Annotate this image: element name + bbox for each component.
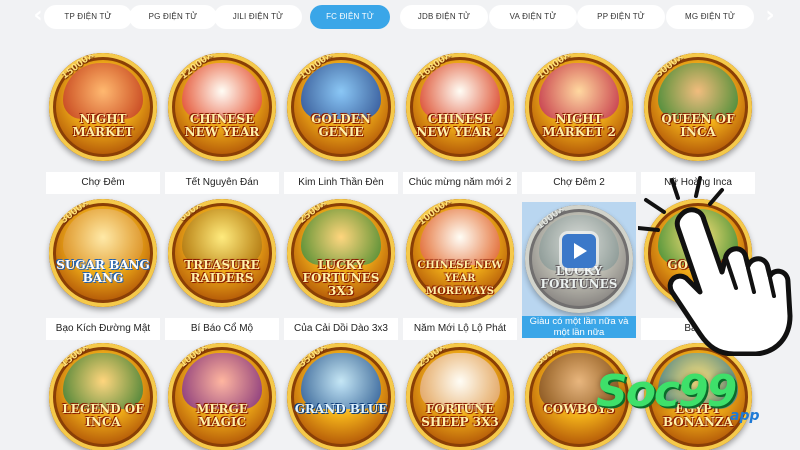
game-icon: 3500X GRAND BLUE (287, 343, 395, 450)
game-icon: 10000X NIGHT MARKET 2 (525, 53, 633, 161)
tab-jili[interactable]: JILI ĐIỆN TỬ (214, 5, 302, 29)
game-thumbnail[interactable]: 1500X LEGEND OF INCA (46, 334, 160, 450)
tab-jdb[interactable]: JDB ĐIỆN TỬ (400, 5, 488, 29)
game-logo-text: LUCKY FORTUNES (540, 264, 618, 291)
game-logo-text: CHINESE NEW YEAR (184, 112, 260, 139)
game-logo-text: NIGHT MARKET 2 (542, 112, 616, 139)
game-thumbnail[interactable]: 2500X LUCKY FORTUNES 3X3 (284, 190, 398, 316)
game-thumbnail[interactable]: 15000X NIGHT MARKET (46, 44, 160, 170)
game-thumbnail[interactable]: 10000X GOLDEN GENIE (284, 44, 398, 170)
watermark-logo-text: Soc99 (596, 366, 737, 417)
game-icon: 600X TREASURE RAIDERS (168, 199, 276, 307)
provider-tab-bar: ‹ TP ĐIỆN TỬ PG ĐIỆN TỬ JILI ĐIỆN TỬ FC … (0, 0, 800, 34)
tab-tp[interactable]: TP ĐIỆN TỬ (44, 5, 132, 29)
play-icon[interactable] (562, 234, 596, 268)
tab-va[interactable]: VA ĐIỆN TỬ (489, 5, 577, 29)
game-logo-text: TREASURE RAIDERS (184, 258, 260, 285)
brand-watermark: Soc99 app (596, 366, 796, 426)
game-icon: 1500X LEGEND OF INCA (49, 343, 157, 450)
game-thumbnail[interactable]: 1000X LUCKY FORTUNES (522, 202, 636, 316)
game-logo-text: GOLDEN GENIE (311, 112, 371, 139)
game-logo-text: CHINESE NEW YEAR MOREWAYS (417, 260, 503, 297)
game-icon: 16800X CHINESE NEW YEAR 2 (406, 53, 514, 161)
game-icon: 15000X NIGHT MARKET (49, 53, 157, 161)
game-icon: 2500X LUCKY FORTUNES 3X3 (287, 199, 395, 307)
game-thumbnail[interactable]: 10000X CHINESE NEW YEAR MOREWAYS (403, 190, 517, 316)
game-thumbnail[interactable]: 10000X NIGHT MARKET 2 (522, 44, 636, 170)
game-icon: 5000X QUEEN OF INCA (644, 53, 752, 161)
tab-fc[interactable]: FC ĐIỆN TỬ (310, 5, 390, 29)
game-icon: 3000X SUGAR BANG BANG (49, 199, 157, 307)
game-thumbnail[interactable]: 5000X QUEEN OF INCA (641, 44, 755, 170)
game-icon: 1000X MERGE MAGIC (168, 343, 276, 450)
game-thumbnail[interactable]: 3000X SUGAR BANG BANG (46, 190, 160, 316)
game-logo-text: LEGEND OF INCA (62, 402, 144, 429)
game-thumbnail[interactable]: 1000X MERGE MAGIC (165, 334, 279, 450)
game-logo-text: FORTUNE SHEEP 3X3 (421, 402, 499, 429)
watermark-sub-text: app (730, 408, 760, 424)
game-icon: 10000X GOLDEN GENIE (287, 53, 395, 161)
game-thumbnail[interactable]: 12000X CHINESE NEW YEAR (165, 44, 279, 170)
tab-mg[interactable]: MG ĐIỆN TỬ (666, 5, 754, 29)
game-thumbnail[interactable]: 2500X FORTUNE SHEEP 3X3 (403, 334, 517, 450)
game-icon: 10000X CHINESE NEW YEAR MOREWAYS (406, 199, 514, 307)
game-thumbnail[interactable]: 3500X GRAND BLUE (284, 334, 398, 450)
game-thumbnail[interactable]: 16800X CHINESE NEW YEAR 2 (403, 44, 517, 170)
chevron-right-icon[interactable]: › (760, 5, 780, 28)
game-logo-text: CHINESE NEW YEAR 2 (416, 112, 504, 139)
game-logo-text: QUEEN OF INCA (661, 112, 735, 139)
game-icon: 12000X CHINESE NEW YEAR (168, 53, 276, 161)
game-thumbnail[interactable]: 600X TREASURE RAIDERS (165, 190, 279, 316)
pointing-hand-cursor-icon (638, 176, 793, 356)
game-logo-text: SUGAR BANG BANG (56, 258, 150, 285)
game-art (182, 209, 262, 265)
tab-pg[interactable]: PG ĐIỆN TỬ (129, 5, 217, 29)
game-logo-text: GRAND BLUE (294, 402, 388, 416)
game-icon: 2500X FORTUNE SHEEP 3X3 (406, 343, 514, 450)
tab-pp[interactable]: PP ĐIỆN TỬ (577, 5, 665, 29)
game-logo-text: NIGHT MARKET (72, 112, 134, 139)
game-label[interactable]: Chợ Đêm 2 (522, 172, 636, 194)
game-logo-text: MERGE MAGIC (196, 402, 248, 429)
game-logo-text: LUCKY FORTUNES 3X3 (302, 258, 380, 298)
